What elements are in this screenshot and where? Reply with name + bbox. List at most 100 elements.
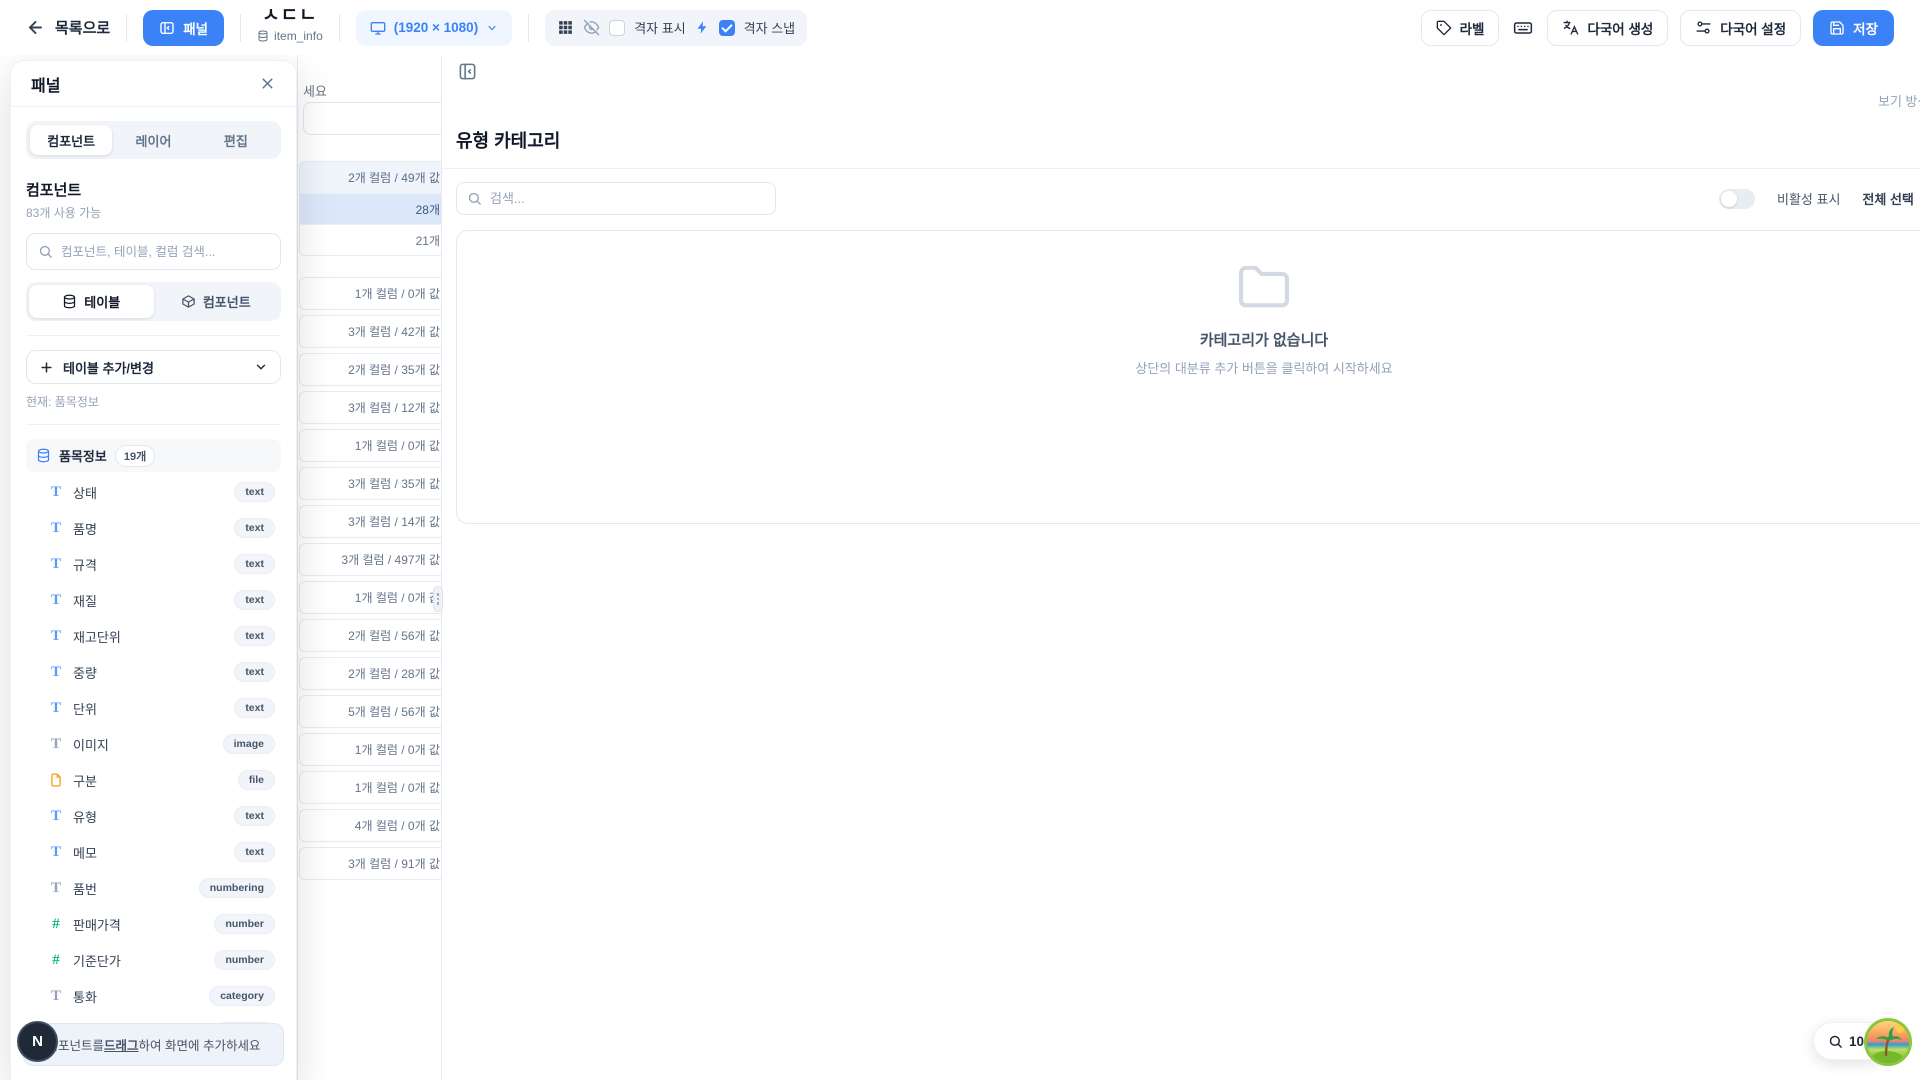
background-list-row[interactable]: 1개 컬럼 / 0개 값 [300, 772, 441, 803]
sidebar-resize-handle[interactable] [433, 586, 443, 612]
panel-search-input[interactable] [61, 245, 269, 259]
field-type-badge: text [234, 698, 275, 718]
grid-snap-checkbox[interactable] [719, 20, 735, 36]
background-table-card: 1개 컬럼 / 0개 값 [299, 733, 441, 766]
text-icon: T [48, 556, 64, 573]
i18n-generate-button[interactable]: 다국어 생성 [1547, 10, 1668, 46]
grid-show-checkbox[interactable] [609, 20, 625, 36]
background-list-row[interactable]: 1개 컬럼 / 0개 값 [300, 582, 441, 613]
panel-tab-2[interactable]: 편집 [195, 125, 277, 155]
text-icon: T [48, 988, 64, 1005]
field-row[interactable]: T 상태 text [26, 474, 281, 510]
panel-search[interactable] [26, 233, 281, 270]
field-type-badge: text [234, 590, 275, 610]
field-list: T 상태 text T 품명 text T 규격 text T 재질 text … [26, 474, 281, 1050]
background-search-box[interactable] [303, 102, 441, 135]
background-list-row[interactable]: 3개 컬럼 / 35개 값 [300, 468, 441, 499]
field-row[interactable]: T 메모 text [26, 834, 281, 870]
background-list-row[interactable]: 3개 컬럼 / 12개 값 [300, 392, 441, 423]
field-label: 유형 [73, 807, 97, 826]
background-list-row[interactable]: 2개 컬럼 / 56개 값 [300, 620, 441, 651]
resolution-selector[interactable]: (1920 × 1080) [356, 10, 512, 46]
background-list-row[interactable]: 1개 컬럼 / 0개 값 [300, 278, 441, 309]
panel-tab-0[interactable]: 컴포넌트 [30, 125, 112, 155]
select-all-button[interactable]: 전체 선택 [1862, 189, 1913, 208]
text-icon: T [48, 484, 64, 501]
back-to-list-button[interactable]: 목록으로 [26, 17, 110, 38]
background-list-row[interactable]: 28개 [300, 193, 441, 224]
field-label: 재고단위 [73, 627, 121, 646]
panel-tab-1[interactable]: 레이어 [112, 125, 194, 155]
background-list-row[interactable]: 5개 컬럼 / 56개 값 [300, 696, 441, 727]
field-row[interactable]: T 통화 category [26, 978, 281, 1014]
field-row[interactable]: T 재질 text [26, 582, 281, 618]
text-icon: T [48, 628, 64, 645]
field-type-badge: number [214, 914, 275, 934]
field-row[interactable]: 구분 file [26, 762, 281, 798]
field-row[interactable]: T 품명 text [26, 510, 281, 546]
tag-icon [1436, 20, 1452, 36]
collapse-sidebar-button[interactable] [458, 62, 477, 81]
background-list-row[interactable]: 3개 컬럼 / 91개 값 [300, 848, 441, 879]
field-type-badge: text [234, 518, 275, 538]
save-button[interactable]: 저장 [1813, 10, 1894, 46]
file-icon [48, 773, 64, 787]
field-type-badge: text [234, 662, 275, 682]
field-row[interactable]: T 규격 text [26, 546, 281, 582]
text-icon: T [48, 844, 64, 861]
background-list-row[interactable]: 1개 컬럼 / 0개 값 [300, 734, 441, 765]
background-list-row[interactable]: 3개 컬럼 / 14개 값 [300, 506, 441, 537]
keyboard-shortcuts-button[interactable] [1511, 18, 1535, 38]
field-row[interactable]: # 기준단가 number [26, 942, 281, 978]
collaborator-cursor-badge: N [17, 1021, 58, 1062]
category-search-input[interactable] [490, 191, 765, 206]
mode-component-label: 컴포넌트 [203, 292, 251, 311]
panel-toggle-button[interactable]: 패널 [143, 10, 224, 46]
inactive-toggle[interactable] [1719, 189, 1755, 209]
add-table-dropdown[interactable]: 테이블 추가/변경 [26, 350, 281, 384]
background-table-card: 3개 컬럼 / 497개 값 [299, 543, 441, 576]
empty-state-title: 카테고리가 없습니다 [1200, 329, 1328, 350]
divider [26, 424, 281, 425]
components-panel: 패널 컴포넌트레이어편집 컴포넌트 83개 사용 가능 테이블 컴포넌트 테이블… [10, 60, 297, 1080]
field-row[interactable]: T 재고단위 text [26, 618, 281, 654]
field-row[interactable]: T 단위 text [26, 690, 281, 726]
background-table-card: 3개 컬럼 / 42개 값 [299, 315, 441, 348]
palm-tree-icon [1867, 1021, 1909, 1063]
magnifier-icon [1828, 1034, 1843, 1049]
mode-table-button[interactable]: 테이블 [29, 285, 154, 318]
field-row[interactable]: # 판매가격 number [26, 906, 281, 942]
background-list-row[interactable]: 21개 [300, 224, 441, 255]
background-list-row[interactable]: 3개 컬럼 / 497개 값 [300, 544, 441, 575]
panel-title: 패널 [31, 72, 60, 96]
text-icon: T [48, 520, 64, 537]
divider [26, 335, 281, 336]
label-button[interactable]: 라벨 [1421, 10, 1500, 46]
hash-icon: # [48, 952, 64, 969]
monitor-icon [370, 20, 386, 36]
field-row[interactable]: T 품번 numbering [26, 870, 281, 906]
background-list-row[interactable]: 2개 컬럼 / 49개 값 [300, 162, 441, 193]
field-row[interactable]: T 유형 text [26, 798, 281, 834]
background-list-row[interactable]: 3개 컬럼 / 42개 값 [300, 316, 441, 347]
text-icon: T [48, 592, 64, 609]
panel-collapse-icon [458, 62, 477, 81]
table-card-header[interactable]: 품목정보 19개 [26, 439, 281, 472]
background-list-row[interactable]: 2개 컬럼 / 35개 값 [300, 354, 441, 385]
island-avatar-badge[interactable] [1864, 1018, 1912, 1066]
app-title-block: ㅅㄷㄴ item_info [257, 6, 323, 43]
field-label: 이미지 [73, 735, 109, 754]
background-list-row[interactable]: 4개 컬럼 / 0개 값 [300, 810, 441, 841]
mode-component-button[interactable]: 컴포넌트 [154, 285, 279, 318]
search-icon [467, 191, 482, 206]
close-icon[interactable] [259, 75, 276, 92]
background-table-card: 2개 컬럼 / 35개 값 [299, 353, 441, 386]
i18n-settings-button[interactable]: 다국어 설정 [1680, 10, 1801, 46]
category-search[interactable] [456, 182, 776, 215]
field-row[interactable]: T 중량 text [26, 654, 281, 690]
search-icon [38, 244, 53, 259]
text-icon: T [48, 700, 64, 717]
field-row[interactable]: T 이미지 image [26, 726, 281, 762]
background-list-row[interactable]: 1개 컬럼 / 0개 값 [300, 430, 441, 461]
background-list-row[interactable]: 2개 컬럼 / 28개 값 [300, 658, 441, 689]
